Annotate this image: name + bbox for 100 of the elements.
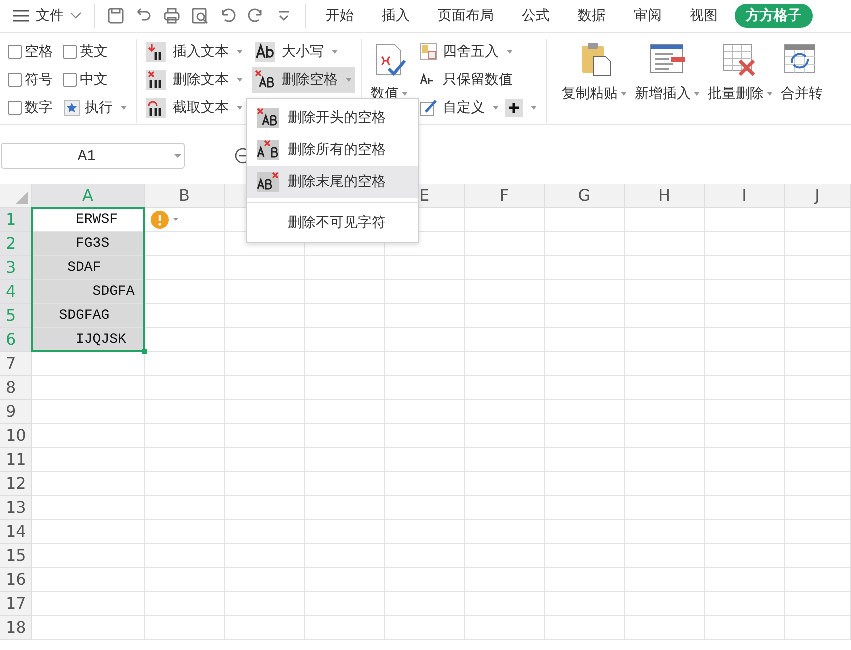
row-header[interactable]: 17	[0, 592, 32, 616]
number-tool-button[interactable]: 只保留数值	[417, 67, 540, 93]
menu-item[interactable]: 删除开头的空格	[247, 102, 418, 134]
warning-icon	[151, 210, 169, 228]
table-cell: SDGFA	[32, 280, 145, 304]
plus-icon	[508, 102, 520, 114]
grid-cell	[785, 256, 851, 280]
menu-item[interactable]: 删除不可见字符	[247, 207, 418, 239]
column-header[interactable]: H	[625, 184, 705, 208]
checkbox-square[interactable]	[63, 73, 77, 87]
caret-icon	[172, 152, 184, 160]
checkbox-square[interactable]	[63, 45, 77, 59]
ribbon-button[interactable]: 批量删除	[705, 39, 776, 123]
name-box[interactable]: A1	[1, 143, 185, 169]
checkbox-square[interactable]	[8, 73, 22, 87]
caret-icon	[493, 106, 499, 110]
row-header[interactable]: 18	[0, 616, 32, 640]
redo-icon[interactable]	[247, 7, 265, 25]
row-header[interactable]: 7	[0, 352, 32, 376]
grid-cell	[785, 232, 851, 256]
checkbox-label: 空格	[25, 43, 53, 61]
number-tool-button[interactable]: 四舍五入	[417, 39, 540, 65]
grid-cell	[785, 616, 851, 640]
caret-icon	[237, 50, 243, 54]
caret-icon	[531, 106, 537, 110]
checkbox[interactable]: 数字	[6, 95, 55, 121]
ribbon-tab[interactable]: 数据	[567, 4, 617, 28]
menu-icon	[12, 9, 30, 23]
checkbox[interactable]: 英文	[61, 39, 130, 65]
row-header[interactable]: 8	[0, 376, 32, 400]
ribbon-tab[interactable]: 视图	[679, 4, 729, 28]
checkbox-square[interactable]	[8, 101, 22, 115]
row-header[interactable]: 13	[0, 496, 32, 520]
grid-cell	[785, 472, 851, 496]
row-header[interactable]: 15	[0, 544, 32, 568]
ribbon-tab[interactable]: 审阅	[623, 4, 673, 28]
row-header[interactable]: 9	[0, 400, 32, 424]
caret-icon	[237, 78, 243, 82]
fill-handle[interactable]	[142, 349, 147, 354]
caret-icon	[767, 92, 773, 96]
checkbox[interactable]: 空格	[6, 39, 55, 65]
print-icon[interactable]	[163, 7, 181, 25]
row-header[interactable]: 16	[0, 568, 32, 592]
table-cell: SDGFAG	[32, 304, 145, 328]
ribbon-tab[interactable]: 开始	[315, 4, 365, 28]
row-header[interactable]: 14	[0, 520, 32, 544]
grid-cell	[785, 352, 851, 376]
grid-cell	[785, 592, 851, 616]
file-menu[interactable]: 文件	[8, 7, 86, 25]
select-all-icon	[16, 192, 28, 204]
caret-icon	[121, 106, 127, 110]
column-header[interactable]: I	[705, 184, 785, 208]
table-cell: SDAF	[32, 256, 145, 280]
text-tool-button[interactable]: 删除文本	[143, 67, 246, 93]
execute-button[interactable]: 执行	[61, 95, 130, 121]
column-header[interactable]: F	[465, 184, 545, 208]
delete-trailing-space-icon	[257, 172, 279, 192]
menu-item[interactable]: 删除末尾的空格	[247, 166, 418, 198]
column-header[interactable]: G	[545, 184, 625, 208]
text-tool-button[interactable]: 删除空格	[252, 67, 355, 93]
print-preview-icon[interactable]	[191, 7, 209, 25]
ribbon-tab[interactable]: 页面布局	[427, 4, 505, 28]
grid-cell	[785, 448, 851, 472]
row-header[interactable]: 11	[0, 448, 32, 472]
checkbox[interactable]: 中文	[61, 67, 130, 93]
save-icon[interactable]	[107, 7, 125, 25]
grid-cell	[785, 520, 851, 544]
checkbox-label: 英文	[80, 43, 108, 61]
row-header[interactable]: 12	[0, 472, 32, 496]
grid-cell	[785, 544, 851, 568]
text-tool-button[interactable]: 插入文本	[143, 39, 246, 65]
checkbox-label: 中文	[80, 71, 108, 89]
grid-cell	[785, 328, 851, 352]
ribbon-button[interactable]: 合并转	[778, 39, 826, 123]
case-icon	[255, 42, 277, 62]
checkbox-square[interactable]	[8, 45, 22, 59]
grid-cell	[785, 496, 851, 520]
round-icon	[420, 43, 438, 61]
insert-text-icon	[146, 42, 168, 62]
grid-cell	[785, 568, 851, 592]
grid-cell	[785, 280, 851, 304]
ribbon-button[interactable]: 新增插入	[632, 39, 703, 123]
text-tool-button[interactable]: 大小写	[252, 39, 355, 65]
checkbox-label: 数字	[25, 99, 53, 117]
column-header[interactable]: J	[785, 184, 851, 208]
column-header[interactable]: B	[145, 184, 225, 208]
checkbox-label: 符号	[25, 71, 53, 89]
ribbon-tab[interactable]: 公式	[511, 4, 561, 28]
grid-cell	[785, 304, 851, 328]
text-tool-button[interactable]: 截取文本	[143, 95, 246, 121]
row-header[interactable]: 10	[0, 424, 32, 448]
grid-cell	[785, 424, 851, 448]
delete-all-space-icon	[257, 140, 279, 160]
checkbox[interactable]: 符号	[6, 67, 55, 93]
menu-item[interactable]: 删除所有的空格	[247, 134, 418, 166]
delete-text-icon	[146, 70, 168, 90]
ribbon-tab[interactable]: 插入	[371, 4, 421, 28]
caret-icon	[172, 216, 180, 222]
ribbon-button[interactable]: 复制粘贴	[559, 39, 630, 123]
caret-icon	[694, 92, 700, 96]
